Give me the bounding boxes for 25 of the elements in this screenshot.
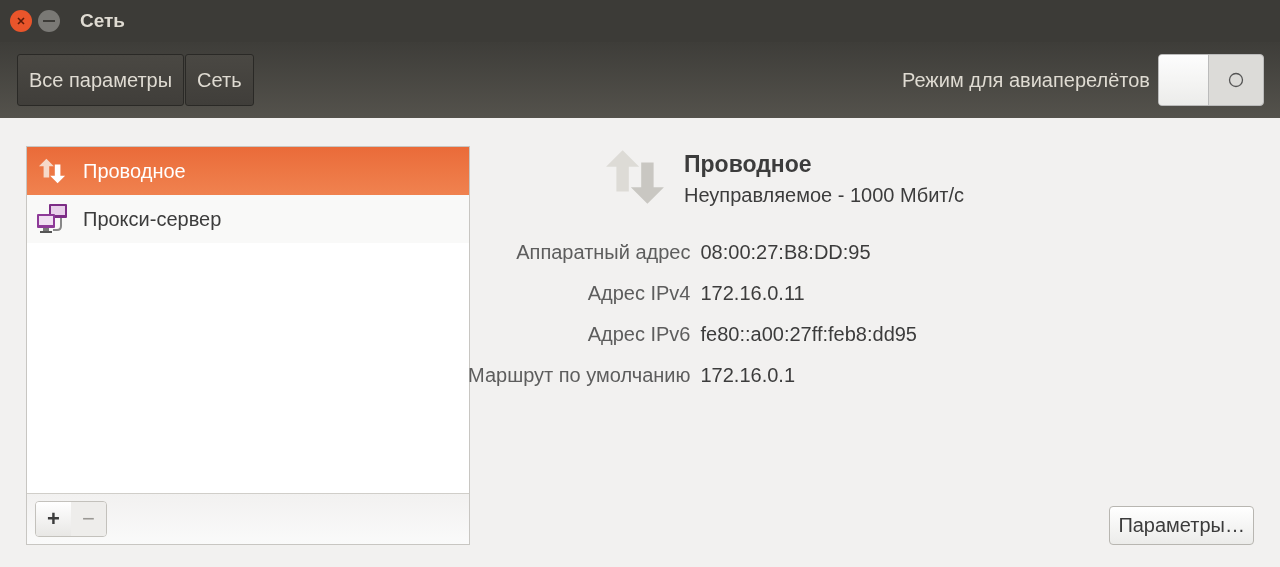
close-icon bbox=[16, 16, 26, 26]
field-value: 172.16.0.11 bbox=[700, 282, 806, 306]
airplane-mode-label: Режим для авиаперелётов bbox=[902, 68, 1150, 92]
field-label: Адрес IPv6 bbox=[586, 323, 691, 347]
minimize-icon bbox=[43, 19, 55, 23]
connection-item[interactable]: Прокси-сервер bbox=[27, 195, 469, 243]
field-value: fe80::a00:27ff:feb8:dd95 bbox=[700, 323, 917, 347]
off-icon bbox=[1228, 72, 1244, 88]
monitors-icon bbox=[35, 202, 69, 236]
field-label: Адрес IPv4 bbox=[586, 282, 691, 306]
field-label: Маршрут по умолчанию bbox=[468, 364, 691, 388]
close-button[interactable] bbox=[10, 10, 32, 32]
add-button[interactable]: + bbox=[36, 502, 71, 536]
connection-status: Неуправляемое - 1000 Мбит/с bbox=[684, 184, 965, 207]
field-value: 172.16.0.1 bbox=[700, 364, 797, 388]
field-label: Аппаратный адрес bbox=[515, 241, 691, 265]
up-down-arrows-icon bbox=[38, 157, 66, 185]
window-title: Сеть bbox=[80, 10, 126, 32]
settings-button[interactable]: Параметры… bbox=[1109, 506, 1254, 545]
connection-title: Проводное bbox=[684, 151, 813, 178]
breadcrumb-button[interactable]: Сеть bbox=[185, 54, 254, 106]
breadcrumb-button[interactable]: Все параметры bbox=[17, 54, 185, 106]
minimize-button[interactable] bbox=[38, 10, 60, 32]
field-value: 08:00:27:B8:DD:95 bbox=[700, 241, 872, 265]
airplane-mode-switch[interactable] bbox=[1158, 54, 1264, 106]
